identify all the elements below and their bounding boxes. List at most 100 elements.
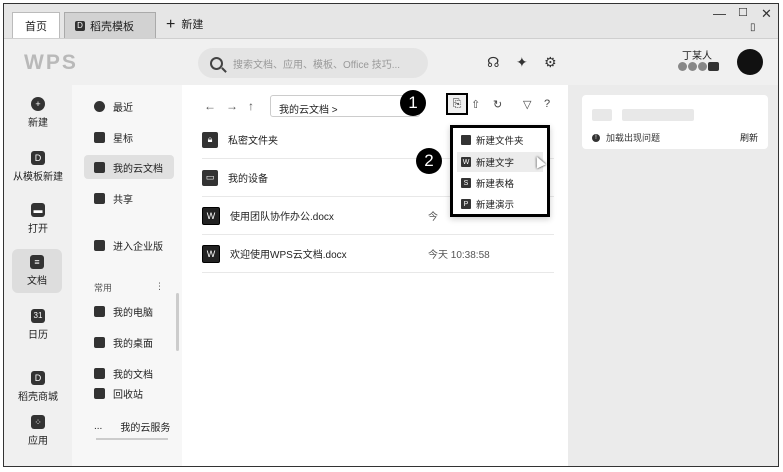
badge-icon xyxy=(678,62,687,71)
upload-icon[interactable]: ⇧ xyxy=(471,98,480,111)
document-icon: ≡ xyxy=(30,255,44,269)
nav-recycle-bin-label: 回收站 xyxy=(113,389,143,401)
rail-apps[interactable]: ⁘ 应用 xyxy=(4,415,72,447)
close-button[interactable]: ✕ xyxy=(761,6,772,22)
menu-new-presentation[interactable]: P 新建演示 xyxy=(457,194,543,214)
nav-section-title: 常用 xyxy=(94,283,113,293)
people-icon xyxy=(94,192,105,204)
nav-my-documents-label: 我的文档 xyxy=(113,369,153,381)
computer-icon xyxy=(94,305,105,317)
cloud-docs-icon xyxy=(94,161,105,173)
rail-new[interactable]: + 新建 xyxy=(4,97,72,129)
help-icon[interactable]: ? xyxy=(544,98,550,110)
badge-icon xyxy=(698,62,707,71)
sync-icon[interactable]: ↻ xyxy=(493,98,502,111)
rail-open-label: 打开 xyxy=(28,224,48,235)
filter-icon[interactable]: ▽ xyxy=(523,98,531,111)
new-file-dropdown: 新建文件夹 W 新建文字 S 新建表格 P 新建演示 xyxy=(450,125,550,217)
new-tab-button[interactable]: + 新建 xyxy=(166,16,203,32)
apps-icon: ⁘ xyxy=(31,415,45,429)
rail-new-label: 新建 xyxy=(28,118,48,129)
nav-section-common: 常用 ⋮ xyxy=(94,281,164,294)
rail-shop-label: 稻壳商城 xyxy=(18,392,58,403)
nav-my-cloud-services[interactable]: ... 我的云服务 xyxy=(84,414,174,438)
headset-icon[interactable]: ☊ xyxy=(487,54,499,71)
more-dots-icon[interactable]: ⋮ xyxy=(155,281,164,292)
folder-icon xyxy=(94,367,105,379)
rail-documents-label: 文档 xyxy=(27,276,47,287)
nav-my-desktop[interactable]: 我的桌面 xyxy=(84,330,174,354)
refresh-link[interactable]: 刷新 xyxy=(740,131,758,144)
breadcrumb[interactable]: 我的云文档 > xyxy=(270,95,420,117)
gear-icon[interactable]: ⚙ xyxy=(544,54,557,71)
file-name: 使用团队协作办公.docx xyxy=(230,212,334,223)
nav-my-desktop-label: 我的桌面 xyxy=(113,338,153,350)
up-button[interactable]: ↑ xyxy=(248,99,254,113)
menu-new-folder[interactable]: 新建文件夹 xyxy=(457,130,543,150)
badge-icon xyxy=(708,62,719,71)
avatar[interactable] xyxy=(737,49,763,75)
nav-starred-label: 星标 xyxy=(113,133,133,145)
badge-icon xyxy=(688,62,697,71)
nav-recycle-bin[interactable]: 回收站 xyxy=(84,381,174,405)
tshirt-icon[interactable]: ✦ xyxy=(516,54,528,71)
tab-bar: 首页 D 稻壳模板 + 新建 — ☐ ✕ ▯ xyxy=(4,4,778,39)
search-placeholder: 搜索文档、应用、模板、Office 技巧... xyxy=(233,59,401,71)
nav-recent[interactable]: 最近 xyxy=(84,94,174,118)
folder-icon xyxy=(461,135,471,145)
placeholder-bar xyxy=(592,109,612,121)
user-name[interactable]: 丁某人 xyxy=(682,47,712,62)
file-row[interactable]: W 欢迎使用WPS云文档.docx 今天 10:38:58 xyxy=(202,235,554,273)
rail-calendar[interactable]: 31 日历 xyxy=(4,309,72,341)
placeholder-bar xyxy=(622,109,694,121)
clock-icon xyxy=(94,100,105,112)
forward-button[interactable]: → xyxy=(226,99,238,113)
nav-my-cloud-docs-label: 我的云文档 xyxy=(113,163,163,175)
device-folder-icon: ▭ xyxy=(202,169,218,186)
back-button[interactable]: ← xyxy=(204,99,216,113)
new-file-icon: ⎘ xyxy=(452,97,462,110)
new-tab-label: 新建 xyxy=(181,19,204,31)
rail-apps-label: 应用 xyxy=(28,436,48,447)
right-panel: ! 加载出现问题 刷新 xyxy=(568,85,778,466)
nav-scrollbar[interactable] xyxy=(176,293,179,351)
nav-my-computer-label: 我的电脑 xyxy=(113,307,153,319)
nav-horizontal-scrollbar[interactable] xyxy=(96,438,168,440)
menu-new-sheet-label: 新建表格 xyxy=(476,179,515,190)
user-badges xyxy=(678,62,719,71)
minimize-button[interactable]: — xyxy=(713,6,726,21)
menu-new-sheet[interactable]: S 新建表格 xyxy=(457,173,543,193)
step-callout-2: 2 xyxy=(416,148,442,174)
nav-my-computer[interactable]: 我的电脑 xyxy=(84,299,174,323)
nav-my-cloud-docs[interactable]: 我的云文档 xyxy=(84,155,174,179)
window-layout-icon[interactable]: ▯ xyxy=(750,22,756,33)
menu-new-presentation-label: 新建演示 xyxy=(476,200,515,211)
building-icon xyxy=(94,239,105,251)
nav-starred[interactable]: 星标 xyxy=(84,125,174,149)
nav-recent-label: 最近 xyxy=(113,102,133,114)
rail-open[interactable]: ▬ 打开 xyxy=(4,203,72,235)
desktop-icon xyxy=(94,336,105,348)
left-rail: + 新建 D 从模板新建 ▬ 打开 ≡ 文档 31 日历 D 稻壳商城 ⁘ 应用 xyxy=(4,85,72,466)
rail-from-template[interactable]: D 从模板新建 xyxy=(4,151,72,183)
word-doc-icon: W xyxy=(202,244,220,263)
tab-template-label: 稻壳模板 xyxy=(90,20,134,33)
tab-template[interactable]: D 稻壳模板 xyxy=(64,12,156,38)
rail-shop[interactable]: D 稻壳商城 xyxy=(4,371,72,403)
load-error-text: 加载出现问题 xyxy=(606,133,661,143)
nav-enterprise[interactable]: 进入企业版 xyxy=(84,233,174,257)
menu-new-word-label: 新建文字 xyxy=(476,158,515,169)
new-file-button[interactable]: ⎘ xyxy=(446,93,468,115)
search-input[interactable]: 搜索文档、应用、模板、Office 技巧... xyxy=(198,48,428,78)
nav-more-prefix: ... xyxy=(94,420,103,432)
tab-home[interactable]: 首页 xyxy=(12,12,60,38)
rail-documents[interactable]: ≡ 文档 xyxy=(12,249,62,293)
menu-new-word[interactable]: W 新建文字 xyxy=(457,152,543,172)
step-callout-1: 1 xyxy=(400,90,426,116)
menu-new-folder-label: 新建文件夹 xyxy=(476,136,524,147)
nav-shared[interactable]: 共享 xyxy=(84,186,174,210)
shop-icon: D xyxy=(31,371,45,385)
maximize-button[interactable]: ☐ xyxy=(738,6,748,19)
notice-card: ! 加载出现问题 刷新 xyxy=(582,95,768,149)
plus-circle-icon: + xyxy=(31,97,45,111)
